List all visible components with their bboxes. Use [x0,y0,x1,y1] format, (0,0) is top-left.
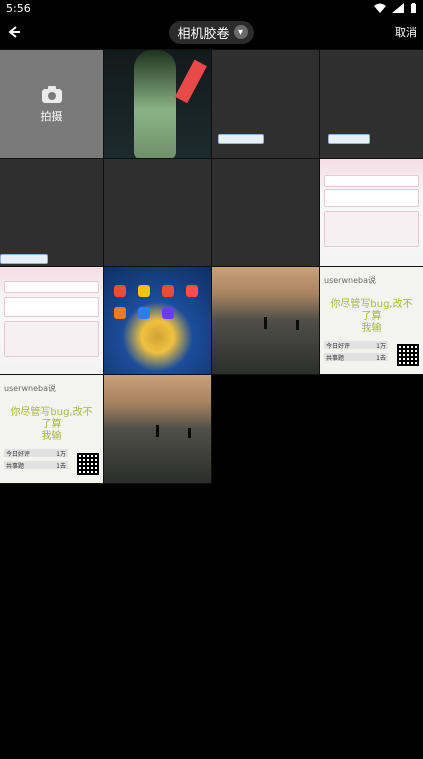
arrow-overlay [174,59,207,104]
thumbnail-snippet [218,134,264,144]
meme-stat-label: 今日好评 [6,451,31,458]
cancel-button[interactable]: 取消 [395,16,417,48]
meme-stat-label: 今日好评 [326,343,351,350]
meme-username: userwneba说 [324,276,376,285]
battery-icon [411,2,416,13]
signal-icon [392,3,404,13]
photo-thumbnail[interactable]: userwneba说 你尽管写bug,改不了算 我输 今日好评 1万 共事题 1… [319,266,423,375]
photo-thumbnail[interactable] [103,374,212,484]
paddleboarder [156,425,159,437]
thumbnail-row [324,175,419,187]
arrow-left-icon [8,26,20,38]
meme-stat-value: 1去 [376,355,386,362]
camera-tile[interactable]: 拍摄 [0,49,104,159]
photo-thumbnail[interactable] [211,158,320,267]
thumbnail-row [4,321,99,357]
album-title: 相机胶卷 [177,26,230,42]
photo-thumbnail[interactable] [319,49,423,159]
photo-thumbnail[interactable] [103,266,212,375]
photo-subject [134,50,176,158]
meme-stat: 今日好评 1万 [4,449,68,458]
qr-code-icon [77,453,99,475]
photo-grid: 拍摄 userwneba说 你尽管写bug,改不了算 我输 今日好评 1万 共事… [0,49,423,484]
album-dropdown[interactable]: 相机胶卷 ▾ [169,20,254,44]
photo-thumbnail[interactable] [0,158,104,267]
app-tile [138,307,150,319]
photo-thumbnail[interactable] [103,49,212,159]
meme-stat-value: 1万 [376,343,386,350]
meme-stat: 今日好评 1万 [324,341,388,350]
thumbnail-row [4,297,99,317]
meme-stat: 共事题 1去 [324,353,388,362]
photo-thumbnail[interactable]: userwneba说 你尽管写bug,改不了算 我输 今日好评 1万 共事题 1… [0,374,104,484]
meme-stat-label: 共事题 [6,463,25,470]
photo-thumbnail[interactable] [0,266,104,375]
wifi-icon [374,3,386,13]
status-time: 5:56 [6,1,31,15]
app-tile [138,285,150,297]
meme-stat-label: 共事题 [326,355,345,362]
photo-thumbnail[interactable] [211,266,320,375]
app-tile [162,307,174,319]
status-icons [374,2,417,14]
meme-text: 你尽管写bug,改不了算 我输 [10,407,93,442]
app-tile [114,285,126,297]
app-tile [114,307,126,319]
app-tile [162,285,174,297]
thumbnail-row [324,189,419,207]
camera-label: 拍摄 [40,110,63,123]
meme-username: userwneba说 [4,384,56,393]
paddleboarder [264,317,267,329]
photo-thumbnail[interactable] [103,158,212,267]
meme-text: 你尽管写bug,改不了算 我输 [330,299,413,334]
thumbnail-snippet [328,134,370,144]
paddleboarder [188,428,191,438]
meme-stat-value: 1去 [56,463,66,470]
qr-code-icon [397,344,419,366]
paddleboarder [296,320,299,330]
top-bar: 相机胶卷 ▾ 取消 [0,16,423,48]
camera-icon [41,86,62,103]
thumbnail-snippet [0,254,48,264]
meme-stat-value: 1万 [56,451,66,458]
photo-thumbnail[interactable] [211,49,320,159]
thumbnail-row [4,281,99,293]
back-button[interactable] [0,16,28,48]
chevron-down-icon: ▾ [233,25,248,39]
photo-thumbnail[interactable] [319,158,423,267]
meme-stat: 共事题 1去 [4,461,68,470]
thumbnail-row [324,211,419,247]
status-bar: 5:56 [0,0,423,16]
app-tile [186,285,198,297]
